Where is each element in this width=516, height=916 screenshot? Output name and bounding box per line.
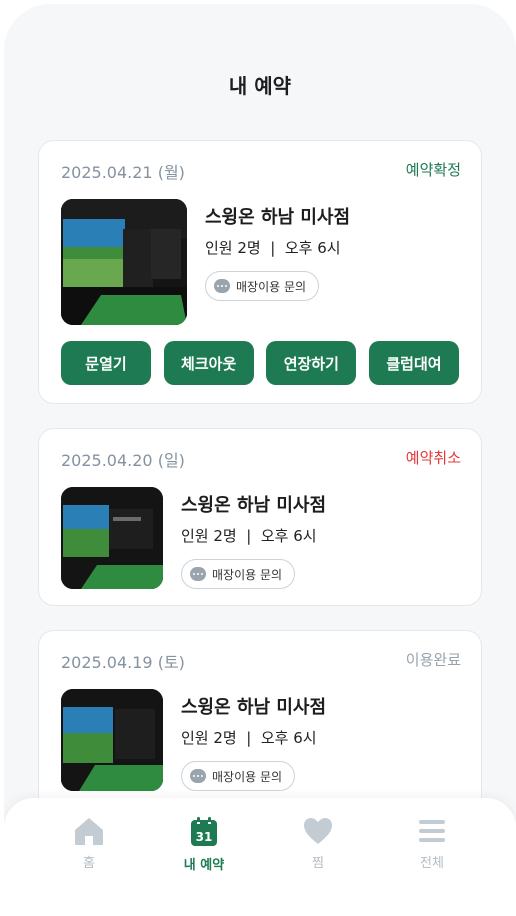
tab-label: 내 예약 [183, 858, 225, 873]
tab-home[interactable]: 홈 [49, 816, 129, 871]
menu-icon [419, 820, 445, 842]
reservation-card[interactable]: 2025.04.20 (일) 예약취소 스윙온 하남 미사점 인원 2명 | 오… [38, 428, 482, 606]
tab-label: 전체 [420, 856, 444, 871]
store-thumbnail [61, 487, 163, 589]
reservation-card[interactable]: 2025.04.21 (월) 예약확정 스윙온 하남 미사점 인원 2명 | 오… [38, 140, 482, 404]
reservation-date: 2025.04.19 (토) [61, 653, 185, 672]
status-badge: 이용완료 [405, 651, 461, 669]
inquiry-label: 매장이용 문의 [212, 769, 283, 784]
store-name: 스윙온 하남 미사점 [205, 207, 351, 228]
store-inquiry-button[interactable]: 매장이용 문의 [205, 271, 320, 301]
heart-icon [304, 818, 332, 844]
checkout-button[interactable]: 체크아웃 [163, 341, 254, 385]
club-rental-button[interactable]: 클럽대여 [368, 341, 459, 385]
page-title: 내 예약 [228, 74, 292, 98]
bottom-tab-bar: 홈 31 내 예약 찜 전체 [4, 798, 516, 916]
store-thumbnail [61, 199, 187, 325]
chat-bubble-icon [190, 769, 206, 783]
reservation-date: 2025.04.20 (일) [61, 451, 185, 470]
reservation-info: 인원 2명 | 오후 6시 [181, 729, 317, 747]
tab-my-reservations[interactable]: 31 내 예약 [164, 816, 244, 873]
store-name: 스윙온 하남 미사점 [181, 495, 327, 516]
store-name: 스윙온 하남 미사점 [181, 697, 327, 718]
inquiry-label: 매장이용 문의 [236, 279, 307, 294]
reservation-info: 인원 2명 | 오후 6시 [181, 527, 317, 545]
open-door-button[interactable]: 문열기 [61, 341, 151, 385]
tab-favorites[interactable]: 찜 [278, 816, 358, 871]
home-icon [75, 818, 103, 845]
status-badge: 예약확정 [405, 161, 461, 179]
inquiry-label: 매장이용 문의 [212, 567, 283, 582]
app-screen: 내 예약 2025.04.21 (월) 예약확정 스윙온 하남 미사점 인원 2… [4, 4, 516, 916]
tab-label: 찜 [312, 856, 324, 871]
chat-bubble-icon [190, 567, 206, 581]
calendar-icon: 31 [191, 817, 217, 846]
extend-button[interactable]: 연장하기 [266, 341, 357, 385]
calendar-day: 31 [196, 830, 213, 844]
tab-all[interactable]: 전체 [392, 816, 472, 871]
reservation-info: 인원 2명 | 오후 6시 [205, 239, 341, 257]
chat-bubble-icon [214, 279, 230, 293]
store-inquiry-button[interactable]: 매장이용 문의 [181, 559, 296, 589]
store-thumbnail [61, 689, 163, 791]
store-inquiry-button[interactable]: 매장이용 문의 [181, 761, 296, 791]
status-badge: 예약취소 [405, 449, 461, 467]
tab-label: 홈 [83, 856, 95, 871]
reservation-actions: 문열기 체크아웃 연장하기 클럽대여 [61, 341, 459, 385]
reservation-date: 2025.04.21 (월) [61, 163, 185, 182]
